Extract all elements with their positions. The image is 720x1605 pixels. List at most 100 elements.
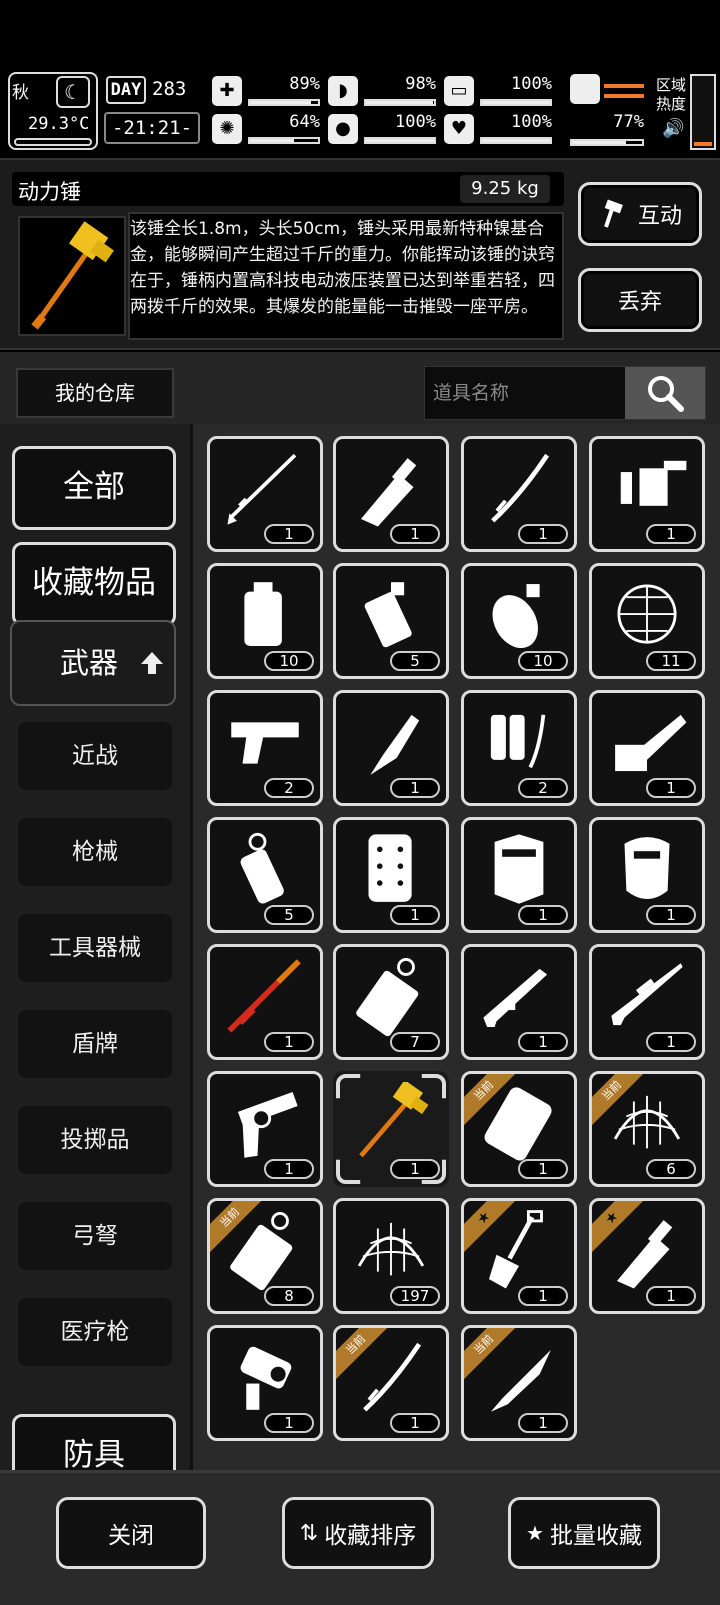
search-button[interactable] (625, 367, 705, 419)
item-quantity: 2 (518, 778, 568, 798)
item-quantity: 1 (264, 1159, 314, 1179)
close-button[interactable]: 关闭 (56, 1497, 206, 1569)
category-favorites[interactable]: 收藏物品 (12, 542, 176, 626)
item-slot[interactable]: 1 (589, 817, 705, 933)
stat-bar (480, 99, 552, 106)
flamethrower-icon (620, 460, 687, 506)
item-quantity: 197 (390, 1286, 440, 1306)
item-quantity: 5 (390, 651, 440, 671)
item-slot[interactable]: 1 (333, 690, 449, 806)
subcategory-item[interactable]: 工具器械 (18, 914, 172, 982)
item-slot[interactable]: 1 (461, 436, 577, 552)
item-slot[interactable]: 5 (333, 563, 449, 679)
subcategory-item[interactable]: 投掷品 (18, 1106, 172, 1174)
item-slot[interactable]: 2 (461, 690, 577, 806)
swap-arrows-icon: ⇅ (299, 1520, 319, 1546)
season-weather-panel: 秋 ☾ 29.3°C (8, 72, 98, 150)
item-quantity: 1 (646, 524, 696, 544)
canister-icon (356, 958, 419, 1037)
item-quantity: 1 (264, 1032, 314, 1052)
stat-value: 98% (405, 74, 436, 94)
subcategory-item[interactable]: 盾牌 (18, 1010, 172, 1078)
item-slot[interactable]: 1 (461, 944, 577, 1060)
item-slot[interactable]: 当前 1 (461, 1325, 577, 1441)
item-slot[interactable]: 当前 6 (589, 1071, 705, 1187)
subcategory-item[interactable]: 枪械 (18, 818, 172, 886)
favorite-sort-button[interactable]: ⇅ 收藏排序 (282, 1497, 434, 1569)
drop-button[interactable]: 丢弃 (578, 268, 702, 332)
item-slot[interactable]: 10 (461, 563, 577, 679)
item-name: 动力锤 (18, 180, 81, 204)
item-slot[interactable]: 当前 8 (207, 1198, 323, 1314)
stat-energy: ▭ 100% (444, 74, 552, 108)
search-input[interactable] (425, 367, 625, 419)
item-quantity: 1 (518, 1413, 568, 1433)
medkit-icon: ✚ (212, 76, 242, 106)
stat-value: 100% (395, 112, 436, 132)
item-slot[interactable]: 1 (207, 1071, 323, 1187)
stamina-panel: 77% (570, 74, 650, 146)
power-hammer-icon (359, 1082, 429, 1158)
item-slot[interactable]: 1 (333, 436, 449, 552)
category-all[interactable]: 全部 (12, 446, 176, 530)
item-quantity: 5 (264, 905, 314, 925)
pistol-icon (231, 722, 299, 764)
subcategory-item[interactable]: 近战 (18, 722, 172, 790)
smoke-grenade-icon (240, 832, 284, 904)
item-slot[interactable]: 197 (333, 1198, 449, 1314)
item-quantity: 1 (390, 524, 440, 544)
item-slot[interactable]: ★ 1 (589, 1198, 705, 1314)
item-slot[interactable]: 1 (207, 1325, 323, 1441)
item-slot[interactable]: 1 (589, 944, 705, 1060)
item-slot[interactable]: 10 (207, 563, 323, 679)
drop-label: 丢弃 (617, 290, 662, 315)
stat-brain: ✺ 64% (212, 112, 320, 146)
category-armor[interactable]: 防具 (12, 1414, 176, 1470)
item-slot[interactable]: 当前 1 (333, 1325, 449, 1441)
stat-stomach: ◗ 98% (328, 74, 436, 108)
bottom-bar: 关闭 ⇅ 收藏排序 ★ 批量收藏 (0, 1470, 720, 1605)
region-heat-text: 区域 热度 (656, 76, 687, 113)
item-slot[interactable]: 1 (461, 817, 577, 933)
temperature: 29.3°C (28, 114, 90, 134)
stat-water-drop: ● 100% (328, 112, 436, 146)
item-quantity: 1 (390, 778, 440, 798)
speaker-icon[interactable]: 🔊 (662, 118, 684, 139)
subcategory-item[interactable]: 弓弩 (18, 1202, 172, 1270)
item-quantity: 1 (646, 1032, 696, 1052)
stamina-bar (570, 139, 644, 146)
item-slot[interactable]: 1 (207, 944, 323, 1060)
category-weapons[interactable]: 武器 (10, 620, 176, 706)
search-box (424, 366, 706, 420)
fire-extinguisher-pack-icon (490, 714, 546, 769)
subcategory-item[interactable]: 医疗枪 (18, 1298, 172, 1366)
item-quantity: 1 (646, 905, 696, 925)
item-slot[interactable]: 7 (333, 944, 449, 1060)
close-label: 关闭 (108, 1523, 154, 1549)
assault-rifle-icon (483, 968, 548, 1027)
item-slot[interactable]: ★ 1 (461, 1198, 577, 1314)
stat-bar (248, 99, 320, 106)
item-quantity: 1 (518, 1032, 568, 1052)
interact-button[interactable]: 互动 (578, 182, 702, 246)
day-number: 283 (152, 78, 187, 100)
item-quantity: 1 (646, 1286, 696, 1306)
brain-icon: ✺ (212, 114, 242, 144)
chainsaw-icon (615, 714, 687, 772)
energy-icon: ▭ (444, 76, 474, 106)
stat-value: 89% (289, 74, 320, 94)
item-slot[interactable]: 2 (207, 690, 323, 806)
item-slot[interactable]: 1 (589, 690, 705, 806)
item-slot[interactable]: 1 (589, 436, 705, 552)
batch-favorite-button[interactable]: ★ 批量收藏 (508, 1497, 660, 1569)
item-slot[interactable]: 1 (333, 1071, 449, 1187)
search-icon (648, 376, 684, 412)
item-info-panel: 动力锤 9.25 kg 该锤全长1.8m，头长50cm，锤头采用最新特种镍基合金… (0, 158, 720, 350)
item-quantity: 8 (264, 1286, 314, 1306)
item-slot[interactable]: 当前 1 (461, 1071, 577, 1187)
stat-bar (480, 137, 552, 144)
item-slot[interactable]: 5 (207, 817, 323, 933)
item-slot[interactable]: 1 (333, 817, 449, 933)
item-slot[interactable]: 11 (589, 563, 705, 679)
item-slot[interactable]: 1 (207, 436, 323, 552)
